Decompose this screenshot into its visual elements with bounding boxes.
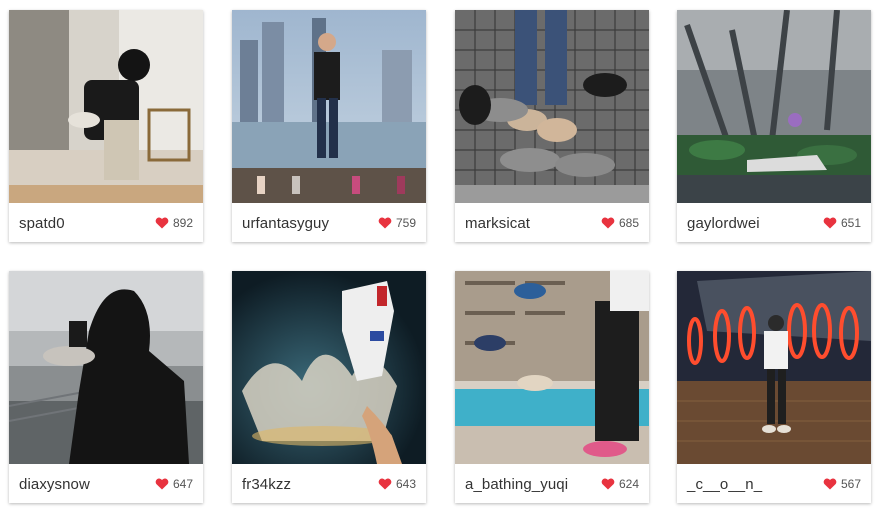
likes-number: 892 xyxy=(172,216,193,230)
heart-icon[interactable] xyxy=(601,217,615,229)
likes-number: 647 xyxy=(172,477,193,491)
likes-count[interactable]: 759 xyxy=(378,216,416,230)
heart-icon[interactable] xyxy=(823,478,837,490)
post-footer: _c__o__n_ 567 xyxy=(677,464,871,503)
post-photo[interactable] xyxy=(9,10,203,203)
heart-icon[interactable] xyxy=(378,478,392,490)
heart-icon[interactable] xyxy=(823,217,837,229)
username-link[interactable]: marksicat xyxy=(465,215,530,232)
username-link[interactable]: urfantasyguy xyxy=(242,215,329,232)
post-photo[interactable] xyxy=(677,10,871,203)
post-footer: urfantasyguy 759 xyxy=(232,203,426,242)
likes-count[interactable]: 892 xyxy=(155,216,193,230)
post-footer: gaylordwei 651 xyxy=(677,203,871,242)
post-card[interactable]: gaylordwei 651 xyxy=(677,10,871,242)
likes-count[interactable]: 685 xyxy=(601,216,639,230)
post-card[interactable]: fr34kzz 643 xyxy=(232,271,426,503)
post-footer: marksicat 685 xyxy=(455,203,649,242)
likes-count[interactable]: 567 xyxy=(823,477,861,491)
post-photo-image xyxy=(677,271,871,464)
username-link[interactable]: fr34kzz xyxy=(242,476,291,493)
username-link[interactable]: a_bathing_yuqi xyxy=(465,476,568,493)
post-photo[interactable] xyxy=(455,10,649,203)
post-photo-image xyxy=(232,10,426,203)
post-card[interactable]: marksicat 685 xyxy=(455,10,649,242)
post-card[interactable]: diaxysnow 647 xyxy=(9,271,203,503)
likes-count[interactable]: 624 xyxy=(601,477,639,491)
post-photo[interactable] xyxy=(677,271,871,464)
post-card[interactable]: a_bathing_yuqi 624 xyxy=(455,271,649,503)
heart-icon[interactable] xyxy=(155,217,169,229)
post-photo[interactable] xyxy=(232,10,426,203)
likes-number: 759 xyxy=(395,216,416,230)
post-photo-image xyxy=(455,271,649,464)
post-card[interactable]: spatd0 892 xyxy=(9,10,203,242)
post-card[interactable]: urfantasyguy 759 xyxy=(232,10,426,242)
likes-count[interactable]: 647 xyxy=(155,477,193,491)
post-footer: spatd0 892 xyxy=(9,203,203,242)
post-photo[interactable] xyxy=(455,271,649,464)
post-footer: diaxysnow 647 xyxy=(9,464,203,503)
username-link[interactable]: diaxysnow xyxy=(19,476,90,493)
post-photo-image xyxy=(9,10,203,203)
likes-number: 567 xyxy=(840,477,861,491)
post-photo[interactable] xyxy=(9,271,203,464)
likes-number: 685 xyxy=(618,216,639,230)
heart-icon[interactable] xyxy=(155,478,169,490)
post-card[interactable]: _c__o__n_ 567 xyxy=(677,271,871,503)
post-photo-image xyxy=(677,10,871,203)
likes-number: 651 xyxy=(840,216,861,230)
username-link[interactable]: spatd0 xyxy=(19,215,65,232)
post-photo-image xyxy=(455,10,649,203)
post-photo-image xyxy=(9,271,203,464)
post-footer: fr34kzz 643 xyxy=(232,464,426,503)
post-footer: a_bathing_yuqi 624 xyxy=(455,464,649,503)
heart-icon[interactable] xyxy=(601,478,615,490)
likes-number: 643 xyxy=(395,477,416,491)
heart-icon[interactable] xyxy=(378,217,392,229)
username-link[interactable]: gaylordwei xyxy=(687,215,760,232)
likes-count[interactable]: 651 xyxy=(823,216,861,230)
likes-number: 624 xyxy=(618,477,639,491)
username-link[interactable]: _c__o__n_ xyxy=(687,476,762,493)
post-photo[interactable] xyxy=(232,271,426,464)
post-photo-image xyxy=(232,271,426,464)
likes-count[interactable]: 643 xyxy=(378,477,416,491)
